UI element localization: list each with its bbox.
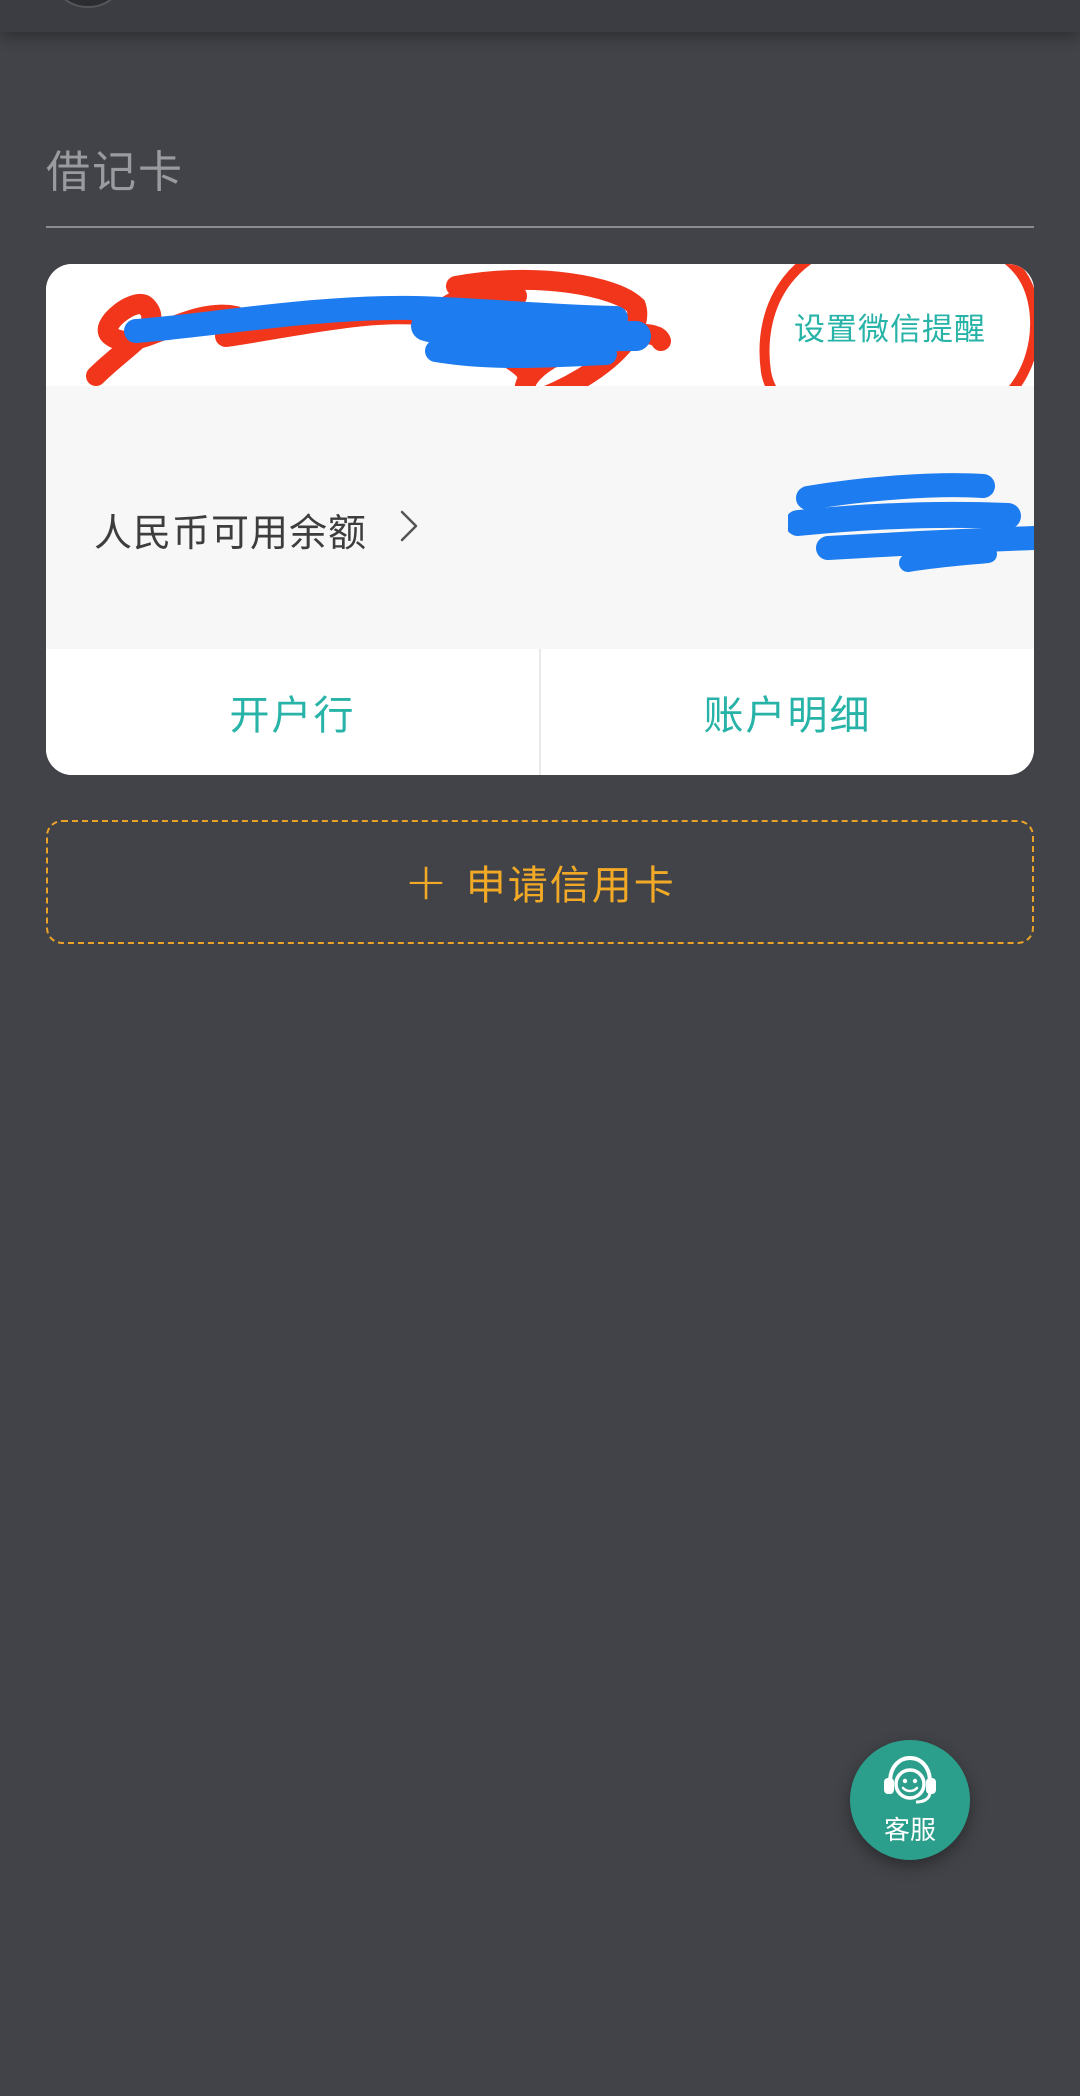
- balance-label: 人民币可用余额: [94, 511, 368, 555]
- section-divider: [46, 226, 1034, 228]
- top-bar: [0, 0, 1080, 32]
- account-details-button[interactable]: 账户明细: [541, 649, 1034, 775]
- debit-card: 设置微信提醒 人民币可用余额 开户行 账户明细: [46, 264, 1034, 775]
- wechat-reminder-link[interactable]: 设置微信提醒: [794, 304, 986, 349]
- balance-amount-redacted: [788, 473, 1034, 572]
- avatar[interactable]: [56, 0, 120, 8]
- section-title: 借记卡: [46, 147, 184, 198]
- opening-bank-button[interactable]: 开户行: [46, 649, 539, 775]
- chevron-right-icon: [400, 510, 418, 542]
- balance-row[interactable]: 人民币可用余额: [46, 386, 1034, 649]
- card-actions: 开户行 账户明细: [46, 649, 1034, 775]
- customer-service-button[interactable]: 客服: [850, 1740, 970, 1860]
- headset-smile-icon: [884, 1755, 936, 1804]
- card-header: 设置微信提醒: [46, 264, 1034, 441]
- plus-icon: +: [404, 852, 450, 912]
- apply-credit-card-button[interactable]: + 申请信用卡: [46, 820, 1034, 944]
- customer-service-label: 客服: [883, 1816, 936, 1846]
- apply-credit-card-label: 申请信用卡: [465, 863, 676, 909]
